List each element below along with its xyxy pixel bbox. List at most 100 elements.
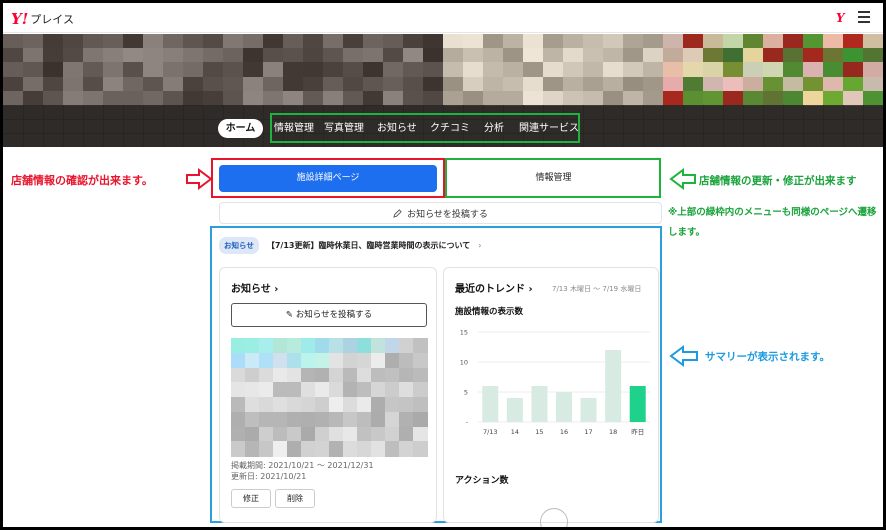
hero-tile — [843, 48, 864, 64]
mosaic-tile — [301, 441, 316, 457]
hero-tile — [123, 48, 144, 64]
hero-tile — [423, 48, 444, 64]
mosaic-tile — [301, 382, 316, 398]
hero-tile — [243, 48, 264, 64]
hero-tile — [603, 48, 624, 64]
mosaic-tile — [315, 352, 330, 369]
hero-tile — [523, 34, 544, 50]
facility-detail-button[interactable]: 施設詳細ページ — [219, 165, 437, 192]
bar — [556, 392, 572, 422]
hero-tile — [603, 76, 624, 92]
mosaic-tile — [357, 397, 372, 413]
mosaic-tile — [413, 397, 428, 413]
hero-tile — [763, 90, 784, 106]
hero-tile — [483, 62, 504, 78]
post-notice-button[interactable]: ✎ お知らせを投稿する — [231, 303, 427, 327]
mosaic-tile — [315, 338, 330, 354]
post-notice-bar[interactable]: お知らせを投稿する — [219, 202, 662, 224]
hero-tile — [523, 76, 544, 92]
tab-home[interactable]: ホーム — [218, 119, 263, 138]
hero-tile — [363, 76, 384, 92]
hero-tile — [583, 90, 604, 106]
mosaic-tile — [301, 411, 316, 428]
hero-tile — [463, 90, 484, 106]
hero-tile — [743, 90, 764, 106]
notice-row[interactable]: お知らせ 【7/13更新】臨時休業日、臨時営業時間の表示について › — [219, 235, 659, 255]
hero-tile — [423, 62, 444, 78]
mosaic-tile — [245, 352, 260, 369]
x-tick-label: 15 — [535, 428, 543, 436]
edit-button[interactable]: 修正 — [231, 489, 271, 508]
mosaic-tile — [301, 367, 316, 384]
blurred-notice-content — [231, 338, 428, 457]
hero-tile — [783, 48, 804, 64]
hero-tile — [83, 48, 104, 64]
mosaic-tile — [245, 411, 260, 428]
hamburger-menu-icon[interactable] — [858, 11, 870, 23]
mosaic-tile — [245, 382, 260, 398]
mosaic-tile — [329, 426, 344, 443]
hero-tile — [383, 90, 404, 106]
hero-tile — [283, 48, 304, 64]
chart-placeholder-icon — [540, 508, 568, 527]
yahoo-corner-logo[interactable]: Y — [836, 11, 845, 25]
mosaic-tile — [413, 426, 428, 443]
yahoo-logo-mark: Y! — [11, 10, 29, 28]
x-tick-label: 14 — [511, 428, 519, 436]
mosaic-tile — [371, 367, 386, 384]
mosaic-tile — [273, 426, 288, 443]
mosaic-tile — [343, 411, 358, 428]
hero-tile — [63, 34, 84, 50]
hero-tile — [323, 48, 344, 64]
hero-tile — [443, 48, 464, 64]
hero-tile — [643, 62, 664, 78]
mosaic-tile — [231, 367, 246, 384]
hero-tile — [383, 48, 404, 64]
hero-tile — [223, 34, 244, 50]
hero-tile — [403, 76, 424, 92]
hero-tile — [663, 34, 684, 50]
hero-tile — [23, 48, 44, 64]
mosaic-tile — [287, 382, 302, 398]
hero-tile — [443, 62, 464, 78]
hero-tile — [703, 34, 724, 50]
hero-tile — [183, 76, 204, 92]
mosaic-tile — [315, 426, 330, 443]
mosaic-tile — [399, 338, 414, 354]
hero-tile — [743, 76, 764, 92]
hero-tile — [343, 90, 364, 106]
mosaic-tile — [329, 382, 344, 398]
hero-tile — [703, 90, 724, 106]
hero-tile — [683, 62, 704, 78]
trend-card: 最近のトレンド › 7/13 木曜日 ～ 7/19 水曜日 施設情報の表示数 1… — [443, 267, 659, 527]
info-manage-button[interactable]: 情報管理 — [451, 164, 656, 192]
hero-tile — [243, 76, 264, 92]
hero-tile — [723, 90, 744, 106]
hero-tile — [163, 62, 184, 78]
mosaic-tile — [259, 426, 274, 443]
hero-tile — [63, 48, 84, 64]
bar — [629, 386, 646, 422]
hero-tile — [643, 90, 664, 106]
hero-tile — [583, 76, 604, 92]
hero-tile — [223, 90, 244, 106]
hero-tile — [83, 90, 104, 106]
hero-tile — [143, 90, 164, 106]
bar — [482, 386, 499, 422]
trend-card-title[interactable]: 最近のトレンド › — [455, 280, 533, 295]
mosaic-tile — [231, 397, 246, 413]
bar — [605, 350, 622, 422]
mosaic-tile — [231, 441, 246, 457]
yahoo-place-logo[interactable]: Y! プレイス — [11, 10, 74, 28]
notice-card-title[interactable]: お知らせ › — [231, 280, 278, 295]
mosaic-tile — [287, 367, 302, 384]
mosaic-tile — [413, 382, 428, 398]
mosaic-tile — [231, 338, 246, 354]
hero-tile — [463, 34, 484, 50]
hero-tile — [183, 62, 204, 78]
mosaic-tile — [329, 367, 344, 384]
hero-tile — [623, 76, 644, 92]
mosaic-tile — [301, 397, 316, 413]
hero-tile — [363, 90, 384, 106]
delete-button[interactable]: 削除 — [275, 489, 315, 508]
